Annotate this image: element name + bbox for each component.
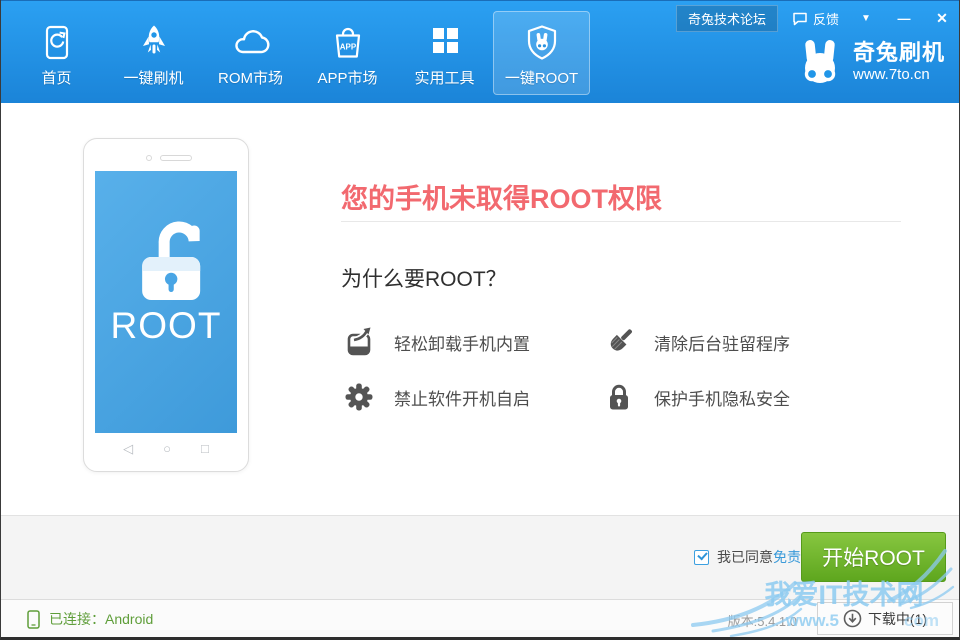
start-root-button[interactable]: 开始ROOT (801, 532, 946, 582)
rabbit-logo-icon (796, 39, 844, 85)
home-phone-refresh-icon (38, 22, 76, 64)
agree-text: 我已同意 (717, 547, 773, 567)
tab-label: 一键ROOT (505, 67, 578, 88)
minimize-button[interactable]: — (893, 11, 915, 26)
phone-screen-root-label: ROOT (95, 305, 237, 347)
tab-rom-market[interactable]: ROM市场 (202, 11, 299, 95)
version-text: 版本:5.4.1.0 (728, 611, 797, 630)
tab-flash[interactable]: 一键刷机 (105, 11, 202, 95)
lock-icon (604, 382, 634, 412)
titlebar-controls: 奇兔技术论坛 反馈 ▼ — ✕ (676, 5, 953, 32)
cloud-icon (231, 22, 271, 64)
footer-panel: 我已同意 免责声明 开始ROOT (1, 515, 959, 599)
feature-clean: 清除后台驻留程序 (604, 325, 790, 359)
feature-label: 禁止软件开机自启 (394, 385, 530, 410)
connection-text: 已连接：Android (49, 609, 153, 629)
tab-label: APP市场 (317, 67, 377, 88)
forum-link[interactable]: 奇兔技术论坛 (676, 5, 778, 32)
feature-autostart: 禁止软件开机自启 (344, 380, 530, 414)
connection-status: 已连接：Android (27, 609, 153, 629)
feature-privacy: 保护手机隐私安全 (604, 380, 790, 414)
rocket-icon (135, 22, 173, 64)
title-divider (341, 221, 901, 222)
download-circle-icon (843, 609, 862, 628)
open-lock-icon (118, 215, 222, 301)
phone-illustration: ROOT ◁ ○ □ (83, 138, 249, 472)
feature-label: 清除后台驻留程序 (654, 330, 790, 355)
tab-tools[interactable]: 实用工具 (396, 11, 493, 95)
agree-checkbox[interactable] (694, 550, 709, 565)
tab-label: 首页 (41, 67, 71, 88)
phone-nav-buttons: ◁ ○ □ (84, 441, 248, 457)
tab-one-key-root[interactable]: 一键ROOT (493, 11, 590, 95)
tab-home[interactable]: 首页 (8, 11, 105, 95)
download-label: 下载中(1) (868, 609, 927, 629)
nav-tabs: 首页 一键刷机 (8, 1, 590, 104)
brand-url: www.7to.cn (853, 65, 945, 84)
feedback-label: 反馈 (813, 9, 839, 28)
phone-screen: ROOT (95, 171, 237, 433)
header: 首页 一键刷机 (1, 0, 959, 103)
shield-rabbit-icon (523, 22, 561, 64)
uninstall-icon (344, 327, 374, 357)
tab-label: ROM市场 (218, 67, 283, 88)
why-root-heading: 为什么要ROOT？ (341, 263, 507, 293)
tools-grid-icon (426, 22, 464, 64)
brush-icon (604, 327, 634, 357)
download-status-button[interactable]: 下载中(1) (817, 602, 953, 635)
phone-back-icon: ◁ (123, 441, 133, 457)
feature-label: 保护手机隐私安全 (654, 385, 790, 410)
app-bag-text: APP (339, 43, 356, 52)
feature-uninstall: 轻松卸载手机内置 (344, 325, 530, 359)
tab-label: 一键刷机 (123, 67, 183, 88)
status-bar: 已连接：Android 版本:5.4.1.0 下载中(1) (1, 599, 959, 637)
app-window: 首页 一键刷机 (0, 0, 960, 640)
brand-name: 奇兔刷机 (853, 40, 945, 65)
brand-logo: 奇兔刷机 www.7to.cn (796, 39, 945, 85)
page-title: 您的手机未取得ROOT权限 (341, 177, 662, 216)
connected-phone-icon (27, 610, 40, 629)
tab-label: 实用工具 (414, 67, 474, 88)
menu-dropdown-button[interactable]: ▼ (855, 13, 877, 24)
tab-app-market[interactable]: APP APP市场 (299, 11, 396, 95)
feedback-button[interactable]: 反馈 (792, 9, 839, 28)
feature-label: 轻松卸载手机内置 (394, 330, 530, 355)
close-button[interactable]: ✕ (931, 10, 953, 27)
app-bag-icon: APP (329, 22, 367, 64)
gear-icon (344, 382, 374, 412)
main-content: ROOT ◁ ○ □ 您的手机未取得ROOT权限 为什么要ROOT？ 轻松 (1, 103, 959, 515)
phone-home-icon: ○ (163, 441, 171, 457)
speech-bubble-icon (792, 12, 808, 26)
phone-speaker (84, 154, 248, 162)
phone-recents-icon: □ (201, 441, 209, 457)
